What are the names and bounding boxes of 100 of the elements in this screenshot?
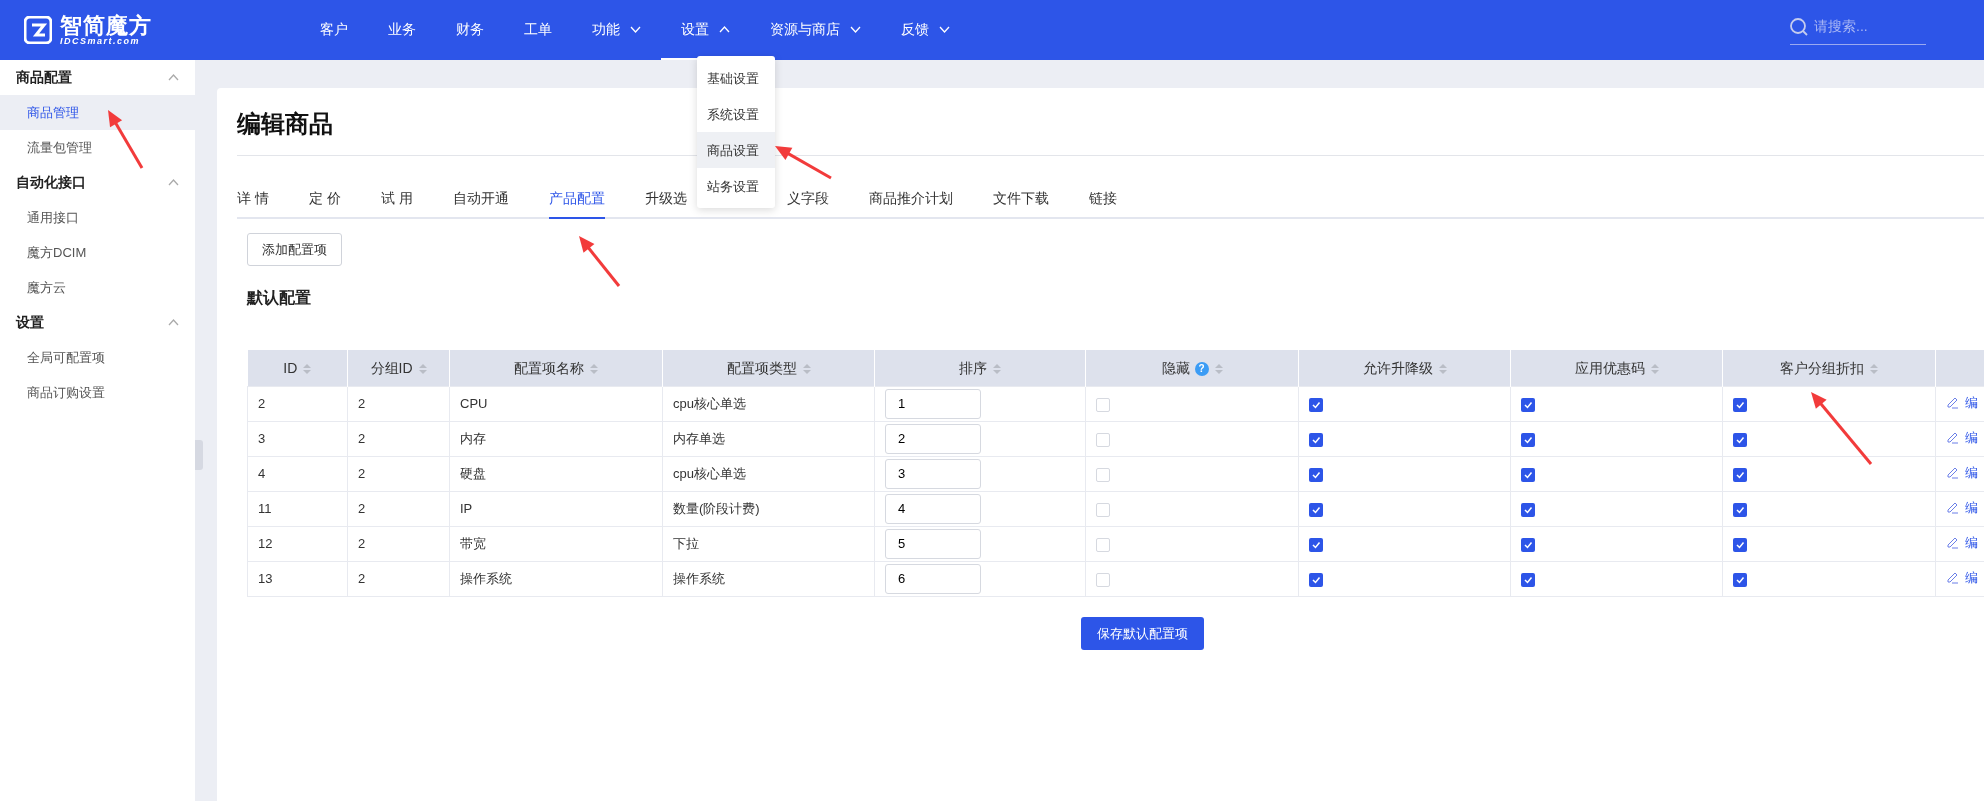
sidebar-group[interactable]: 商品配置 bbox=[0, 60, 195, 95]
check-icon bbox=[1523, 399, 1533, 410]
checkbox[interactable] bbox=[1733, 397, 1747, 412]
check-icon bbox=[1311, 399, 1321, 410]
checkbox[interactable] bbox=[1096, 397, 1110, 412]
nav-item[interactable]: 业务 bbox=[368, 0, 436, 60]
column-header[interactable]: 客户分组折扣 bbox=[1722, 350, 1936, 387]
nav-item[interactable]: 反馈 bbox=[881, 0, 970, 60]
table-cell: 带宽 bbox=[460, 536, 486, 552]
tab[interactable]: 升级选 bbox=[644, 187, 687, 219]
checkbox[interactable] bbox=[1309, 502, 1323, 517]
table-cell: 内存单选 bbox=[673, 431, 725, 447]
tab[interactable]: 产品配置 bbox=[548, 187, 605, 219]
checkbox[interactable] bbox=[1733, 432, 1747, 447]
tab[interactable]: 链接 bbox=[1088, 187, 1117, 219]
search-icon bbox=[1790, 17, 1808, 36]
checkbox[interactable] bbox=[1521, 467, 1535, 482]
sidebar-group[interactable]: 自动化接口 bbox=[0, 165, 195, 200]
checkbox[interactable] bbox=[1733, 572, 1747, 587]
logo-text: 智简魔方 bbox=[60, 14, 152, 37]
check-icon bbox=[1523, 434, 1533, 445]
tab[interactable]: 义字段 bbox=[786, 187, 829, 219]
chevron-down-icon bbox=[939, 25, 950, 33]
pencil-icon bbox=[1946, 570, 1959, 585]
checkbox[interactable] bbox=[1521, 572, 1535, 587]
order-field[interactable]: 3 bbox=[885, 458, 981, 489]
nav-item[interactable]: 资源与商店 bbox=[750, 0, 881, 60]
tab[interactable]: 详 情 bbox=[237, 187, 269, 219]
checkbox[interactable] bbox=[1096, 572, 1110, 587]
checkbox[interactable] bbox=[1521, 397, 1535, 412]
nav-item[interactable]: 功能 bbox=[572, 0, 661, 60]
order-field[interactable]: 5 bbox=[885, 528, 981, 559]
checkbox[interactable] bbox=[1733, 467, 1747, 482]
menu-item[interactable]: 站务设置 bbox=[697, 168, 775, 204]
column-header[interactable]: 排序 bbox=[874, 350, 1086, 387]
table-cell: 4 bbox=[258, 466, 266, 482]
order-field[interactable]: 2 bbox=[885, 423, 981, 454]
table-cell: 2 bbox=[358, 536, 366, 552]
table-cell: 11 bbox=[258, 501, 272, 517]
pencil-icon bbox=[1946, 430, 1959, 445]
check-icon bbox=[1311, 539, 1321, 550]
collapse-handle[interactable] bbox=[195, 440, 203, 470]
checkbox[interactable] bbox=[1521, 537, 1535, 552]
column-header[interactable]: 配置项类型 bbox=[662, 350, 875, 387]
add-config-button[interactable]: 添加配置项 bbox=[247, 232, 342, 267]
checkbox[interactable] bbox=[1096, 432, 1110, 447]
order-field[interactable]: 6 bbox=[885, 563, 981, 594]
sort-icon bbox=[590, 363, 598, 374]
checkbox[interactable] bbox=[1096, 502, 1110, 517]
checkbox[interactable] bbox=[1096, 537, 1110, 552]
nav-item[interactable]: 财务 bbox=[436, 0, 504, 60]
nav-item[interactable]: 客户 bbox=[300, 0, 368, 60]
sidebar-item[interactable]: 商品管理 bbox=[0, 95, 195, 130]
sort-icon bbox=[418, 363, 427, 374]
tab[interactable]: 自动开通 bbox=[452, 187, 509, 219]
order-field[interactable]: 1 bbox=[885, 388, 981, 419]
check-icon bbox=[1523, 539, 1533, 550]
pencil-icon bbox=[1946, 395, 1959, 410]
menu-item[interactable]: 基础设置 bbox=[697, 60, 775, 96]
chevron-up-icon bbox=[719, 25, 730, 33]
order-field[interactable]: 4 bbox=[885, 493, 981, 524]
nav-item[interactable]: 工单 bbox=[504, 0, 572, 60]
checkbox[interactable] bbox=[1309, 432, 1323, 447]
save-button[interactable]: 保存默认配置项 bbox=[1080, 616, 1204, 651]
sort-icon bbox=[1870, 363, 1878, 374]
checkbox[interactable] bbox=[1309, 572, 1323, 587]
checkbox[interactable] bbox=[1521, 432, 1535, 447]
tab[interactable]: 定 价 bbox=[308, 187, 341, 219]
search-field[interactable]: 请搜索... bbox=[1812, 15, 1912, 38]
table-cell: 2 bbox=[358, 431, 366, 447]
tab[interactable]: 商品推介计划 bbox=[868, 187, 953, 219]
column-header[interactable]: 应用优惠码 bbox=[1510, 350, 1723, 387]
tab[interactable]: 文件下载 bbox=[992, 187, 1049, 219]
tab[interactable]: 试 用 bbox=[380, 187, 413, 219]
checkbox[interactable] bbox=[1309, 537, 1323, 552]
checkbox[interactable] bbox=[1733, 502, 1747, 517]
sidebar-group[interactable]: 设置 bbox=[0, 305, 195, 340]
sort-icon bbox=[303, 363, 312, 374]
check-icon bbox=[1523, 469, 1533, 480]
table-cell: cpu核心单选 bbox=[673, 466, 746, 482]
column-header[interactable]: 分组ID bbox=[347, 350, 450, 387]
table-cell: 2 bbox=[358, 501, 366, 517]
checkbox[interactable] bbox=[1309, 467, 1323, 482]
column-header[interactable]: ID bbox=[247, 350, 348, 387]
menu-item[interactable]: 系统设置 bbox=[697, 96, 775, 132]
checkbox[interactable] bbox=[1096, 467, 1110, 482]
menu-item[interactable]: 商品设置 bbox=[697, 132, 775, 168]
checkbox[interactable] bbox=[1521, 502, 1535, 517]
checkbox[interactable] bbox=[1733, 537, 1747, 552]
check-icon bbox=[1735, 539, 1745, 550]
logo-icon bbox=[24, 16, 52, 44]
column-header[interactable]: 隐藏 ? bbox=[1085, 350, 1299, 387]
check-icon bbox=[1311, 574, 1321, 585]
checkbox[interactable] bbox=[1309, 397, 1323, 412]
logo-domain: IDCSmart.com bbox=[60, 36, 140, 46]
table-cell: 操作系统 bbox=[460, 571, 512, 587]
column-header[interactable]: 配置项名称 bbox=[449, 350, 663, 387]
column-header[interactable]: 允许升降级 bbox=[1298, 350, 1511, 387]
table-cell: 3 bbox=[258, 431, 266, 447]
table-cell: IP bbox=[460, 501, 473, 517]
